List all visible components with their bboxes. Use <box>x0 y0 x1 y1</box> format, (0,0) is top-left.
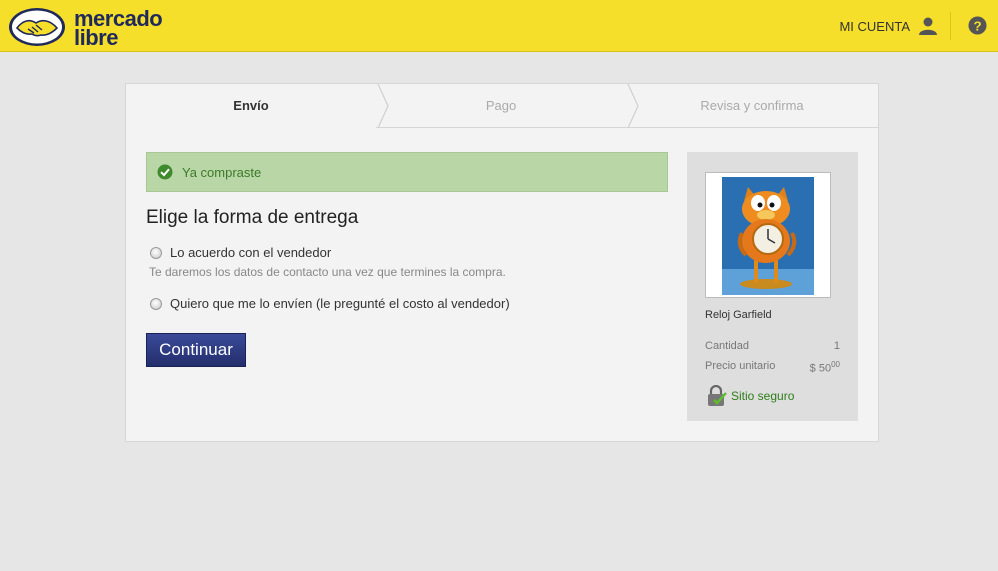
price-cents: 00 <box>831 360 840 369</box>
step-pago[interactable]: Pago <box>376 84 626 128</box>
help-icon[interactable]: ? <box>968 16 987 35</box>
option-agree-with-seller[interactable]: Lo acuerdo con el vendedor <box>150 245 331 260</box>
garfield-clock-image <box>722 177 814 295</box>
quantity-row: Cantidad 1 <box>705 340 840 352</box>
option-ship-to-me[interactable]: Quiero que me lo envíen (le pregunté el … <box>150 296 510 311</box>
quantity-value: 1 <box>833 340 840 352</box>
alert-text: Ya compraste <box>182 164 262 180</box>
handshake-logo-icon <box>9 8 65 46</box>
order-summary: Reloj Garfield Cantidad 1 Precio unitari… <box>687 152 858 421</box>
radio-agree-with-seller[interactable] <box>150 246 162 259</box>
option-agree-label: Lo acuerdo con el vendedor <box>170 245 332 260</box>
top-header: mercado libre MI CUENTA ? <box>0 0 998 52</box>
item-name[interactable]: Reloj Garfield <box>705 309 772 321</box>
step-revisa-confirma[interactable]: Revisa y confirma <box>626 84 878 128</box>
continue-button[interactable]: Continuar <box>146 333 246 367</box>
logo-text: mercado libre <box>74 8 163 49</box>
header-divider <box>950 12 951 40</box>
unit-price-value: $ 5000 <box>810 360 840 375</box>
account-label: MI CUENTA <box>839 18 910 34</box>
secure-site-badge: Sitio seguro <box>707 385 794 407</box>
delivery-title: Elige la forma de entrega <box>146 207 359 228</box>
checkout-steps: Envío Pago Revisa y confirma <box>126 84 878 128</box>
padlock-check-icon <box>708 385 727 406</box>
radio-ship-to-me[interactable] <box>150 297 162 310</box>
product-image[interactable] <box>705 172 831 298</box>
step-envio[interactable]: Envío <box>126 84 376 128</box>
steps-underline <box>376 127 878 128</box>
mercadolibre-logo[interactable]: mercado libre <box>8 6 178 49</box>
unit-price-row: Precio unitario $ 5000 <box>705 360 840 375</box>
account-menu[interactable]: MI CUENTA <box>839 14 938 38</box>
option-agree-hint: Te daremos los datos de contacto una vez… <box>149 265 506 279</box>
user-icon <box>919 17 937 35</box>
svg-text:?: ? <box>973 18 981 33</box>
price-main: $ 50 <box>809 362 832 375</box>
checkout-card: Envío Pago Revisa y confirma Ya comprast… <box>125 83 879 442</box>
unit-price-label: Precio unitario <box>705 360 776 372</box>
quantity-label: Cantidad <box>705 340 750 352</box>
success-alert: Ya compraste <box>146 152 668 192</box>
secure-site-label: Sitio seguro <box>731 389 795 403</box>
check-circle-icon <box>157 164 173 180</box>
option-ship-label: Quiero que me lo envíen (le pregunté el … <box>170 296 510 311</box>
